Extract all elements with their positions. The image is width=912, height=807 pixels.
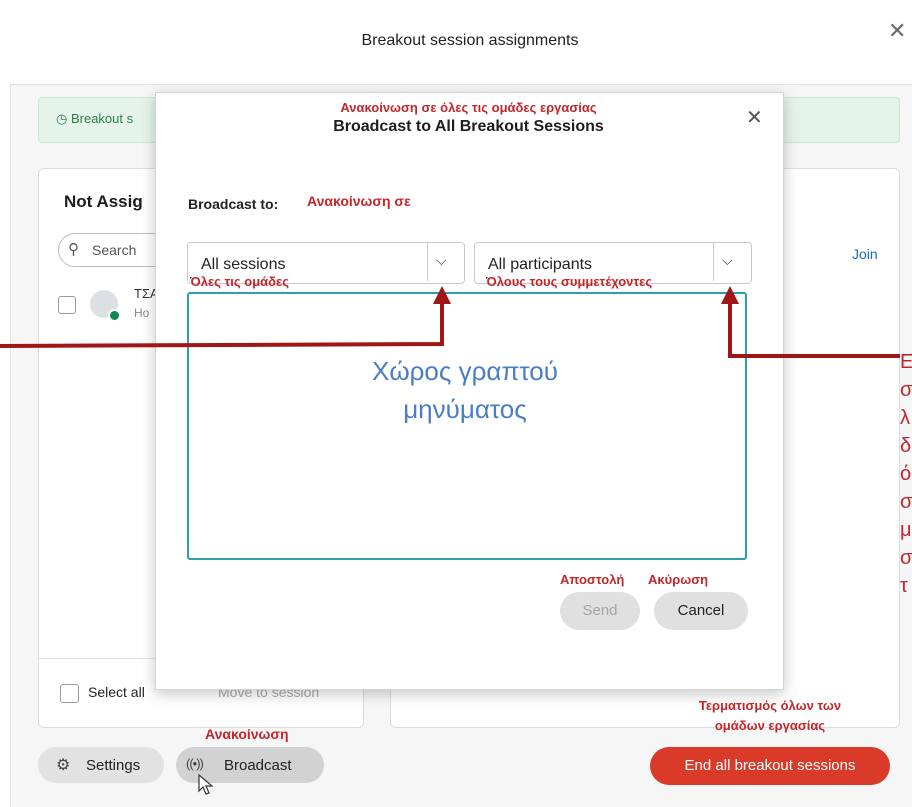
arrow-to-participants-dropdown bbox=[728, 302, 900, 358]
arrow-to-sessions-dropdown bbox=[0, 302, 444, 348]
arrow-head-participants bbox=[721, 286, 739, 304]
annotation-arrows bbox=[0, 286, 900, 358]
arrow-head-sessions bbox=[433, 286, 451, 304]
